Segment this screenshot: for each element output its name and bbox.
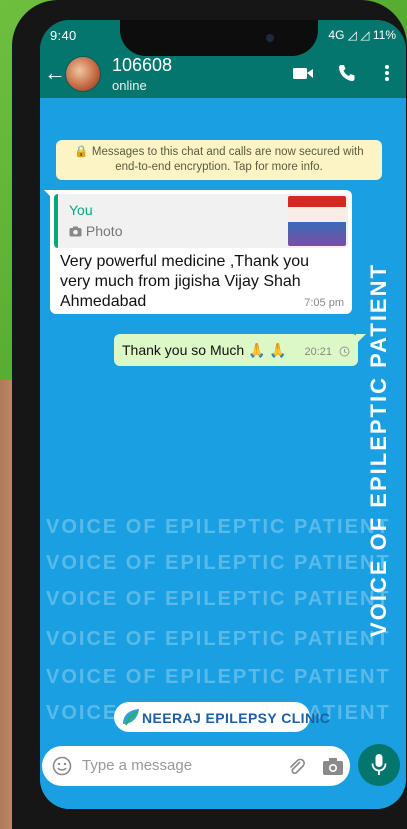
message-placeholder: Type a message — [82, 757, 193, 774]
status-time: 9:40 — [50, 28, 77, 43]
message-text: Thank you so Much 🙏 🙏 — [122, 342, 287, 358]
menu-icon[interactable] — [376, 64, 398, 82]
mic-icon — [371, 754, 387, 775]
voice-call-icon[interactable] — [336, 64, 358, 82]
outgoing-message[interactable]: Thank you so Much 🙏 🙏 20:21 — [114, 334, 358, 366]
message-text: Very powerful medicine ,Thank you very m… — [60, 253, 310, 310]
clock-icon — [339, 346, 350, 357]
message-composer: Type a message — [40, 738, 406, 809]
quoted-reply[interactable]: You Photo — [54, 194, 348, 248]
arrow-left-icon[interactable]: ← — [44, 60, 66, 86]
watermark-line: VOICE OF EPILEPTIC PATIENT — [46, 588, 391, 610]
status-signal: 4G ◿ ◿ 11% — [328, 28, 396, 42]
vertical-watermark-text: VOICE OF EPILEPTIC PATIENT — [366, 263, 391, 637]
contact-name[interactable]: 106608 — [112, 55, 172, 76]
message-time: 20:21 — [304, 346, 332, 358]
leaf-logo-icon — [123, 709, 139, 726]
camera-icon — [69, 226, 82, 237]
quoted-type-label: Photo — [85, 223, 123, 239]
video-call-icon[interactable] — [292, 64, 314, 82]
message-time: 7:05 pm — [304, 297, 344, 309]
incoming-message[interactable]: You Photo Very powerful medicine ,Thank … — [50, 190, 352, 314]
encryption-notice[interactable]: 🔒 Messages to this chat and calls are no… — [56, 140, 382, 180]
watermark-line: VOICE OF EPILEPTIC PATIENT — [46, 552, 391, 574]
vertical-watermark: VOICE OF EPILEPTIC PATIENT — [358, 244, 400, 656]
camera-icon[interactable] — [322, 756, 344, 776]
phone-notch — [120, 20, 318, 56]
watermark-line: VOICE OF EPILEPTIC PATIENT — [46, 666, 391, 688]
contact-status: online — [112, 78, 147, 93]
mic-button[interactable] — [358, 744, 400, 786]
front-camera — [266, 34, 274, 42]
message-input[interactable]: Type a message — [42, 746, 350, 786]
quoted-type: Photo — [69, 223, 122, 239]
chat-area: VOICE OF EPILEPTIC PATIENT VOICE OF EPIL… — [40, 98, 406, 738]
clinic-name: NEERAJ EPILEPSY CLINIC — [142, 710, 331, 726]
attach-icon[interactable] — [286, 756, 306, 776]
emoji-icon[interactable] — [52, 756, 72, 776]
watermark-line: VOICE OF EPILEPTIC PATIENT — [46, 628, 391, 650]
clinic-logo: NEERAJ EPILEPSY CLINIC — [114, 702, 330, 732]
quoted-author: You — [69, 202, 93, 218]
watermark-line: VOICE OF EPILEPTIC PATIENT — [46, 516, 391, 538]
quoted-photo-thumbnail — [288, 196, 346, 246]
phone-frame: 9:40 4G ◿ ◿ 11% ← 106608 online VOICE OF… — [12, 0, 407, 829]
phone-screen: 9:40 4G ◿ ◿ 11% ← 106608 online VOICE OF… — [40, 20, 406, 809]
avatar[interactable] — [65, 56, 101, 92]
